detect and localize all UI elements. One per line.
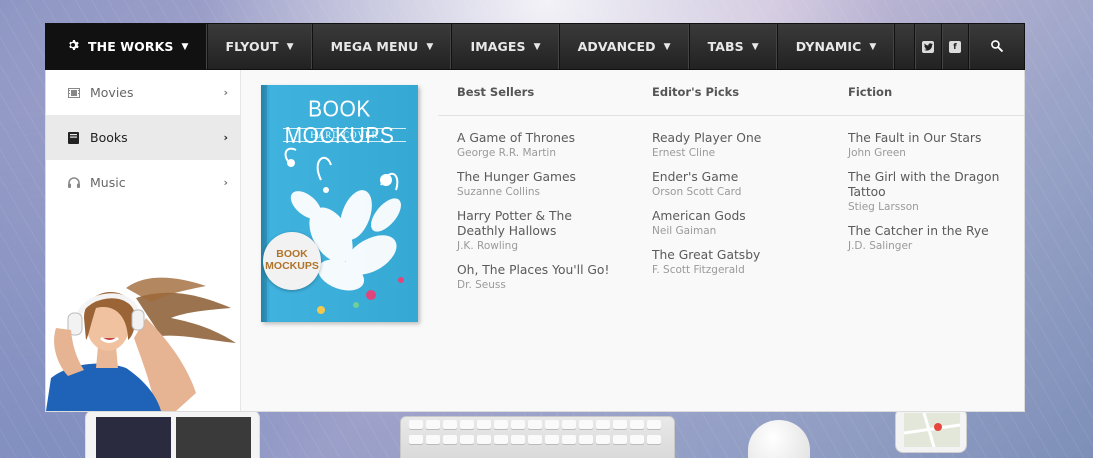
keyboard-image [400, 416, 675, 458]
nav-item-mega-menu[interactable]: MEGA MENU ▼ [313, 24, 453, 69]
book-entry[interactable]: American Gods Neil Gaiman [652, 209, 812, 239]
book-entry[interactable]: Ready Player One Ernest Cline [652, 131, 812, 161]
film-icon [68, 87, 82, 98]
book-author: J.D. Salinger [848, 240, 913, 252]
book-title[interactable]: The Great Gatsby [652, 248, 812, 263]
column-heading-editors-picks: Editor's Picks [652, 85, 740, 99]
column-fiction: The Fault in Our Stars John Green The Gi… [848, 131, 1008, 263]
facebook-link[interactable]: f [941, 24, 968, 69]
book-title[interactable]: Ready Player One [652, 131, 812, 146]
book-cover-badge: BOOK MOCKUPS [263, 232, 321, 290]
music-promo-image [46, 268, 241, 411]
sidebar: Movies › Books › Music › [46, 70, 241, 411]
gear-icon [68, 39, 80, 54]
book-title[interactable]: The Hunger Games [457, 170, 617, 185]
chevron-down-icon: ▼ [869, 41, 877, 52]
book-title[interactable]: A Game of Thrones [457, 131, 617, 146]
nav-label: FLYOUT [225, 39, 279, 54]
chevron-down-icon: ▼ [181, 41, 189, 52]
book-author: John Green [848, 147, 906, 159]
book-author: Dr. Seuss [457, 279, 506, 291]
chevron-down-icon: ▼ [751, 41, 759, 52]
nav-item-dynamic[interactable]: DYNAMIC ▼ [778, 24, 896, 69]
book-entry[interactable]: Oh, The Places You'll Go! Dr. Seuss [457, 263, 617, 293]
book-entry[interactable]: The Fault in Our Stars John Green [848, 131, 1008, 161]
nav-item-tabs[interactable]: TABS ▼ [690, 24, 778, 69]
sidebar-item-label: Movies [90, 85, 134, 100]
facebook-icon: f [949, 40, 961, 53]
heading-divider [438, 115, 1024, 116]
book-title[interactable]: Harry Potter & The Deathly Hallows [457, 209, 617, 239]
nav-item-the-works[interactable]: THE WORKS ▼ [46, 24, 208, 69]
column-heading-fiction: Fiction [848, 85, 893, 99]
nav-label: ADVANCED [577, 39, 656, 54]
tablet-image [85, 410, 260, 458]
book-cover-image[interactable]: BOOK MOCKUPS HARD COVER BOOK MOCKUPS [261, 85, 418, 322]
chevron-down-icon: ▼ [533, 41, 541, 52]
chevron-down-icon: ▼ [286, 41, 294, 52]
book-author: Ernest Cline [652, 147, 716, 159]
mega-menu-panel: Movies › Books › Music › BOOK MOCKUPS HA… [45, 70, 1025, 412]
book-author: Orson Scott Card [652, 186, 742, 198]
sidebar-item-books[interactable]: Books › [46, 115, 240, 160]
search-icon [990, 37, 1003, 56]
phone-image [895, 408, 967, 453]
column-best-sellers: A Game of Thrones George R.R. Martin The… [457, 131, 617, 302]
chevron-right-icon: › [223, 86, 228, 99]
search-button[interactable] [968, 24, 1024, 69]
main-nav: THE WORKS ▼ FLYOUT ▼ MEGA MENU ▼ IMAGES … [45, 23, 1025, 70]
chevron-right-icon: › [223, 176, 228, 189]
book-entry[interactable]: The Great Gatsby F. Scott Fitzgerald [652, 248, 812, 278]
column-editors-picks: Ready Player One Ernest Cline Ender's Ga… [652, 131, 812, 287]
book-entry[interactable]: The Hunger Games Suzanne Collins [457, 170, 617, 200]
headphones-icon [68, 177, 82, 188]
book-title[interactable]: The Girl with the Dragon Tattoo [848, 170, 1008, 200]
book-entry[interactable]: Harry Potter & The Deathly Hallows J.K. … [457, 209, 617, 254]
nav-item-images[interactable]: IMAGES ▼ [452, 24, 560, 69]
book-title[interactable]: American Gods [652, 209, 812, 224]
sidebar-item-label: Music [90, 175, 126, 190]
book-title[interactable]: Ender's Game [652, 170, 812, 185]
book-author: J.K. Rowling [457, 240, 518, 252]
sidebar-item-music[interactable]: Music › [46, 160, 240, 205]
nav-label: TABS [707, 39, 744, 54]
book-entry[interactable]: Ender's Game Orson Scott Card [652, 170, 812, 200]
book-entry[interactable]: The Girl with the Dragon Tattoo Stieg La… [848, 170, 1008, 215]
nav-item-flyout[interactable]: FLYOUT ▼ [208, 24, 313, 69]
book-entry[interactable]: A Game of Thrones George R.R. Martin [457, 131, 617, 161]
book-icon [68, 131, 82, 144]
book-author: Neil Gaiman [652, 225, 717, 237]
book-title[interactable]: Oh, The Places You'll Go! [457, 263, 617, 278]
book-title[interactable]: The Fault in Our Stars [848, 131, 1008, 146]
nav-label: DYNAMIC [795, 39, 862, 54]
nav-label: THE WORKS [88, 39, 174, 54]
book-author: George R.R. Martin [457, 147, 556, 159]
nav-label: IMAGES [470, 39, 526, 54]
column-heading-best-sellers: Best Sellers [457, 85, 535, 99]
chevron-down-icon: ▼ [426, 41, 434, 52]
badge-line: MOCKUPS [265, 260, 319, 272]
nav-label: MEGA MENU [330, 39, 419, 54]
sidebar-item-movies[interactable]: Movies › [46, 70, 240, 115]
nav-item-advanced[interactable]: ADVANCED ▼ [560, 24, 690, 69]
book-author: F. Scott Fitzgerald [652, 264, 745, 276]
book-title[interactable]: The Catcher in the Rye [848, 224, 1008, 239]
chevron-down-icon: ▼ [663, 41, 671, 52]
twitter-icon [922, 40, 934, 53]
book-author: Stieg Larsson [848, 201, 919, 213]
book-entry[interactable]: The Catcher in the Rye J.D. Salinger [848, 224, 1008, 254]
chevron-right-icon: › [223, 131, 228, 144]
twitter-link[interactable] [914, 24, 941, 69]
book-author: Suzanne Collins [457, 186, 541, 198]
sidebar-item-label: Books [90, 130, 128, 145]
